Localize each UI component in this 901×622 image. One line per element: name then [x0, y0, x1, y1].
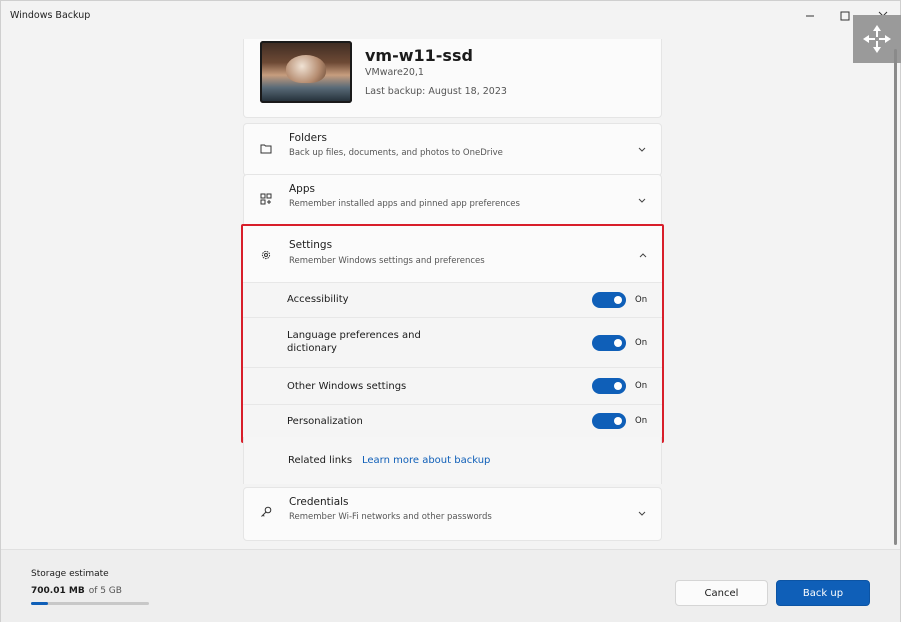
chevron-down-icon[interactable] [637, 144, 647, 154]
chevron-down-icon[interactable] [637, 195, 647, 205]
toggle-state: On [635, 416, 648, 426]
apps-title: Apps [289, 183, 315, 195]
storage-used: 700.01 MB [31, 586, 85, 596]
gear-icon [259, 248, 273, 262]
setting-row-personalization: Personalization On [243, 404, 662, 438]
credentials-title: Credentials [289, 496, 349, 508]
folder-icon [259, 141, 273, 155]
move-icon [863, 25, 891, 53]
key-icon [259, 505, 273, 519]
apps-description: Remember installed apps and pinned app p… [289, 199, 520, 209]
chevron-down-icon[interactable] [637, 508, 647, 518]
minimize-button[interactable] [794, 1, 826, 31]
related-links: Related links Learn more about backup [243, 437, 662, 484]
device-model: VMware20,1 [365, 67, 424, 78]
language-toggle[interactable] [592, 335, 626, 351]
storage-estimate-label: Storage estimate [31, 569, 109, 579]
storage-progress-bar [31, 602, 149, 605]
folders-title: Folders [289, 132, 327, 144]
last-backup-date: Last backup: August 18, 2023 [365, 86, 507, 97]
device-card: vm-w11-ssd VMware20,1 Last backup: Augus… [243, 39, 662, 118]
toggle-state: On [635, 381, 648, 391]
minimize-icon [806, 15, 814, 17]
app-title: Windows Backup [10, 10, 91, 21]
other-windows-toggle[interactable] [592, 378, 626, 394]
cancel-button[interactable]: Cancel [675, 580, 768, 606]
apps-section[interactable]: Apps Remember installed apps and pinned … [243, 174, 662, 227]
settings-section: Settings Remember Windows settings and p… [241, 224, 664, 443]
personalization-toggle[interactable] [592, 413, 626, 429]
device-name: vm-w11-ssd [365, 46, 473, 65]
settings-header[interactable]: Settings Remember Windows settings and p… [243, 226, 662, 282]
apps-grid-icon [259, 192, 273, 206]
setting-row-language: Language preferences and dictionary On [243, 317, 662, 368]
footer-bar: Storage estimate 700.01 MB of 5 GB Cancel… [1, 549, 900, 622]
setting-label: Language preferences and dictionary [287, 330, 421, 354]
app-window: Windows Backup vm-w11-ssd VMware20,1 Las… [0, 0, 901, 622]
folders-description: Back up files, documents, and photos to … [289, 148, 503, 158]
toggle-state: On [635, 338, 648, 348]
title-bar[interactable]: Windows Backup [1, 1, 900, 31]
setting-label: Accessibility [287, 294, 349, 305]
setting-label: Personalization [287, 416, 363, 427]
folders-section[interactable]: Folders Back up files, documents, and ph… [243, 123, 662, 176]
thumbnail-shell-image [286, 55, 326, 83]
credentials-description: Remember Wi-Fi networks and other passwo… [289, 512, 492, 522]
settings-description: Remember Windows settings and preference… [289, 256, 485, 266]
related-links-label: Related links [288, 455, 353, 466]
setting-row-accessibility: Accessibility On [243, 282, 662, 318]
setting-label: Other Windows settings [287, 381, 407, 392]
toggle-state: On [635, 295, 648, 305]
scrollbar[interactable] [894, 39, 897, 545]
scrollbar-thumb[interactable] [894, 49, 897, 545]
storage-total: of 5 GB [88, 586, 122, 596]
settings-title: Settings [289, 239, 333, 251]
storage-progress-fill [31, 602, 48, 605]
device-wallpaper-thumbnail [260, 41, 352, 103]
maximize-icon [840, 11, 850, 21]
setting-row-other-windows: Other Windows settings On [243, 367, 662, 405]
credentials-section[interactable]: Credentials Remember Wi-Fi networks and … [243, 487, 662, 541]
learn-more-link[interactable]: Learn more about backup [362, 455, 490, 466]
storage-estimate-value: 700.01 MB of 5 GB [31, 586, 122, 596]
accessibility-toggle[interactable] [592, 292, 626, 308]
chevron-up-icon[interactable] [638, 250, 648, 260]
back-up-button[interactable]: Back up [776, 580, 870, 606]
